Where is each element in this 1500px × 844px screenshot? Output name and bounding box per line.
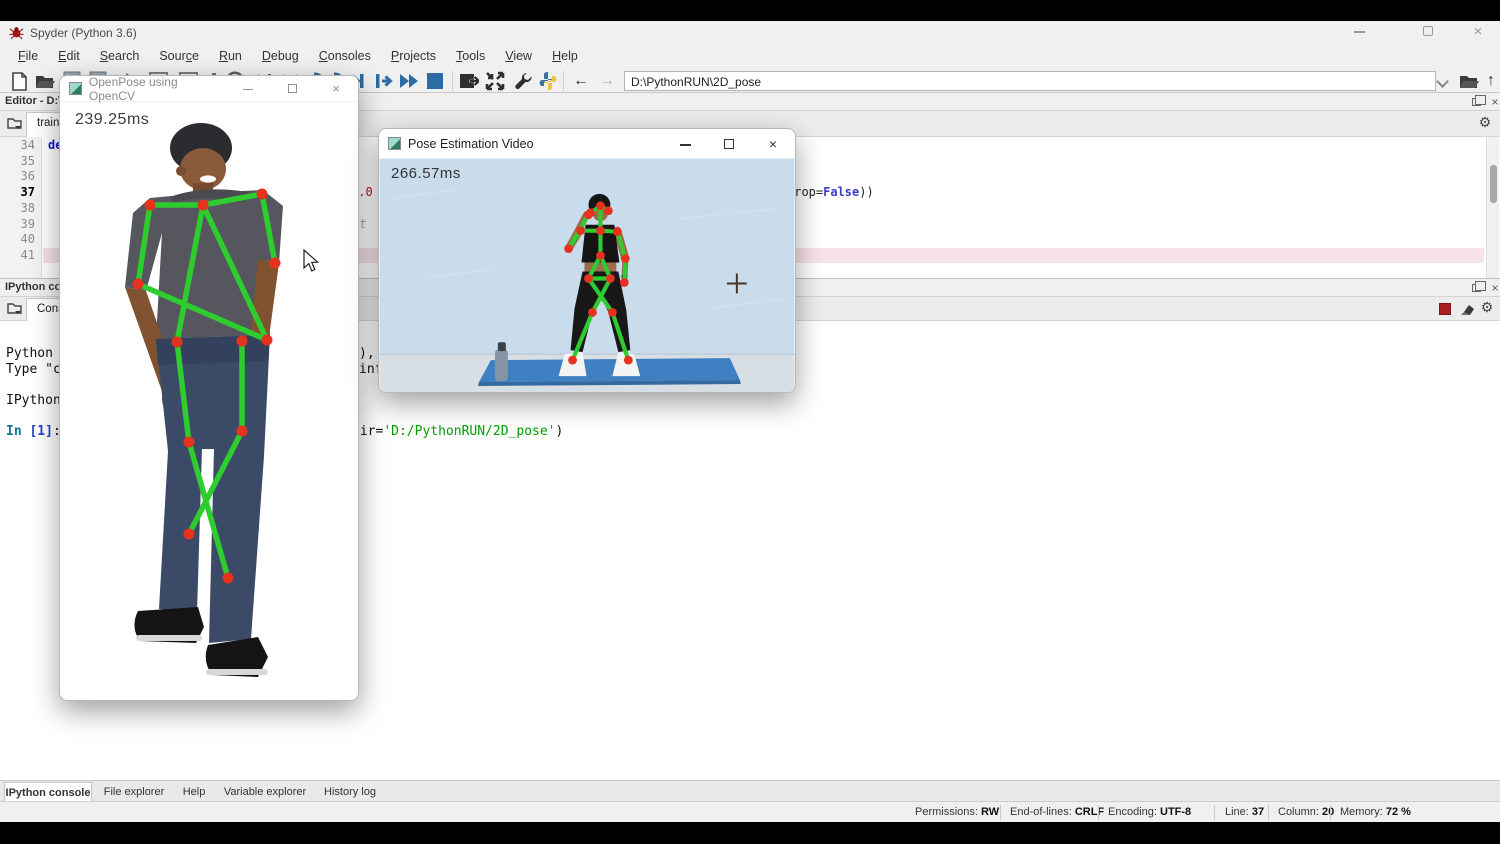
restore-button[interactable] xyxy=(1413,25,1443,41)
pose-video-window[interactable]: Pose Estimation Video × xyxy=(378,128,796,393)
minimize-button[interactable] xyxy=(1344,25,1374,41)
openpose-close-icon[interactable]: × xyxy=(314,81,358,96)
console-options-gear-icon[interactable]: ⚙ xyxy=(1480,300,1494,314)
line-number: 39 xyxy=(5,217,35,232)
line-number: 35 xyxy=(5,154,35,169)
continue-icon[interactable] xyxy=(398,70,420,92)
pose-video-canvas: 266.57ms xyxy=(379,159,795,392)
browse-directory-folder-icon[interactable] xyxy=(1458,70,1480,92)
console-banner3: IPython xyxy=(6,393,61,408)
menu-source[interactable]: Source xyxy=(149,47,209,65)
line-number: 38 xyxy=(5,201,35,216)
openpose-figure xyxy=(60,102,358,700)
menu-edit[interactable]: Edit xyxy=(48,47,90,65)
status-eol: End-of-lines: CRLF xyxy=(1010,806,1104,818)
menu-file[interactable]: File xyxy=(8,47,48,65)
menu-bar: File Edit Search Source Run Debug Consol… xyxy=(0,45,1500,66)
step-return-icon[interactable] xyxy=(372,70,394,92)
console-command-fragment: dir='D:/PythonRUN/2D_pose') xyxy=(352,424,563,439)
forward-arrow-icon[interactable]: → xyxy=(596,70,618,92)
file-switcher-folder-icon[interactable] xyxy=(7,116,23,132)
close-button[interactable]: × xyxy=(1463,25,1493,41)
image-window-icon xyxy=(69,82,82,95)
menu-help[interactable]: Help xyxy=(542,47,588,65)
pose-video-maximize-icon[interactable] xyxy=(707,136,751,152)
python-path-icon[interactable] xyxy=(537,70,559,92)
pose-video-title: Pose Estimation Video xyxy=(408,137,534,151)
line-number: 34 xyxy=(5,138,35,153)
status-bar: Permissions: RW End-of-lines: CRLF Encod… xyxy=(0,801,1500,822)
status-line: Line: 37 xyxy=(1225,806,1264,818)
status-column: Column: 20 xyxy=(1278,806,1334,818)
pose-video-minimize-icon[interactable] xyxy=(663,136,707,152)
editor-scrollbar-thumb[interactable] xyxy=(1490,165,1497,203)
open-file-icon[interactable] xyxy=(34,70,56,92)
mouse-cursor xyxy=(302,249,322,273)
tab-history-log[interactable]: History log xyxy=(318,782,382,802)
line-number-current: 37 xyxy=(5,185,35,200)
export-layout-icon[interactable] xyxy=(458,70,480,92)
tab-help[interactable]: Help xyxy=(176,782,212,802)
status-permissions: Permissions: RW xyxy=(915,806,999,818)
console-switcher-folder-icon[interactable] xyxy=(7,301,23,317)
chevron-down-icon[interactable] xyxy=(1436,75,1449,88)
pane-tab-bar: IPython console File explorer Help Varia… xyxy=(0,780,1500,801)
undock-editor-icon[interactable] xyxy=(1472,95,1486,109)
pose-video-close-icon[interactable]: × xyxy=(751,136,795,152)
fullscreen-icon[interactable] xyxy=(484,70,506,92)
openpose-latency-text: 239.25ms xyxy=(75,111,149,129)
parent-directory-up-icon[interactable]: ↑ xyxy=(1480,70,1500,92)
openpose-titlebar[interactable]: OpenPose using OpenCV × xyxy=(60,76,358,102)
undock-console-icon[interactable] xyxy=(1472,281,1486,295)
interrupt-kernel-icon[interactable] xyxy=(1439,303,1451,315)
openpose-maximize-icon[interactable] xyxy=(270,81,314,96)
close-editor-icon[interactable]: × xyxy=(1488,95,1500,109)
menu-debug[interactable]: Debug xyxy=(252,47,309,65)
menu-search[interactable]: Search xyxy=(90,47,150,65)
editor-options-gear-icon[interactable]: ⚙ xyxy=(1478,115,1492,129)
pose-video-titlebar[interactable]: Pose Estimation Video × xyxy=(379,129,795,159)
line-number: 36 xyxy=(5,169,35,184)
back-arrow-icon[interactable]: ← xyxy=(570,70,592,92)
status-encoding: Encoding: UTF-8 xyxy=(1108,806,1191,818)
working-directory-input[interactable]: D:\PythonRUN\2D_pose xyxy=(624,71,1436,91)
close-console-icon[interactable]: × xyxy=(1488,281,1500,295)
openpose-window[interactable]: OpenPose using OpenCV × 239.25ms xyxy=(59,75,359,701)
menu-tools[interactable]: Tools xyxy=(446,47,495,65)
menu-view[interactable]: View xyxy=(495,47,542,65)
openpose-title: OpenPose using OpenCV xyxy=(89,75,226,103)
titlebar: Spyder (Python 3.6) × xyxy=(0,21,1500,45)
menu-run[interactable]: Run xyxy=(209,47,252,65)
preferences-wrench-icon[interactable] xyxy=(512,70,534,92)
clear-console-eraser-icon[interactable] xyxy=(1459,302,1475,318)
tab-variable-explorer[interactable]: Variable explorer xyxy=(220,782,310,802)
code-line37-fragment: crop=False)) xyxy=(787,185,874,200)
line-number: 40 xyxy=(5,232,35,247)
line-number-gutter: 34 35 36 37 38 39 40 41 xyxy=(0,137,42,279)
pose-video-frame xyxy=(379,159,795,392)
editor-scrollbar[interactable] xyxy=(1486,137,1499,279)
new-file-icon[interactable] xyxy=(8,70,30,92)
tab-file-explorer[interactable]: File explorer xyxy=(98,782,170,802)
window-title: Spyder (Python 3.6) xyxy=(30,26,137,40)
spyder-logo-icon xyxy=(9,25,24,40)
status-memory: Memory: 72 % xyxy=(1340,806,1411,818)
menu-projects[interactable]: Projects xyxy=(381,47,446,65)
openpose-minimize-icon[interactable] xyxy=(226,81,270,96)
openpose-canvas: 239.25ms xyxy=(60,102,358,700)
pose-video-latency-text: 266.57ms xyxy=(391,165,461,182)
line-number: 41 xyxy=(5,248,35,263)
image-window-icon xyxy=(388,137,401,150)
console-prompt: In [1]: xyxy=(6,424,61,439)
tab-ipython-console[interactable]: IPython console xyxy=(4,782,92,802)
menu-consoles[interactable]: Consoles xyxy=(309,47,381,65)
stop-icon[interactable] xyxy=(424,70,446,92)
